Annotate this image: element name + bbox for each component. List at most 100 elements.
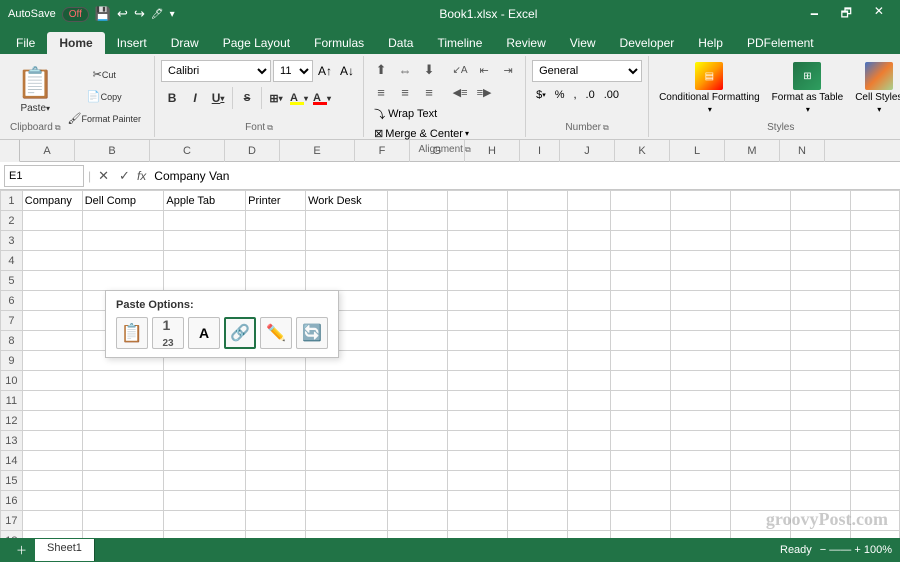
cell-M7[interactable] — [790, 311, 850, 331]
cell-H4[interactable] — [507, 251, 567, 271]
cell-N12[interactable] — [850, 411, 899, 431]
cell-I3[interactable] — [567, 231, 611, 251]
cell-N13[interactable] — [850, 431, 899, 451]
tab-developer[interactable]: Developer — [608, 32, 687, 54]
cell-H10[interactable] — [507, 371, 567, 391]
paste-option-paste[interactable]: 📋 — [116, 317, 148, 349]
row-header-1[interactable]: 1 — [1, 191, 23, 211]
cell-A9[interactable] — [22, 351, 82, 371]
cell-N10[interactable] — [850, 371, 899, 391]
col-header-e[interactable]: E — [280, 140, 355, 162]
cell-A16[interactable] — [22, 491, 82, 511]
cell-E1[interactable]: Work Desk — [306, 191, 388, 211]
cell-M12[interactable] — [790, 411, 850, 431]
sheet-tab-sheet1[interactable]: Sheet1 — [35, 539, 95, 561]
cell-G13[interactable] — [447, 431, 507, 451]
cell-A18[interactable] — [22, 531, 82, 539]
cell-L7[interactable] — [730, 311, 790, 331]
cell-K18[interactable] — [671, 531, 731, 539]
cell-K7[interactable] — [671, 311, 731, 331]
col-header-l[interactable]: L — [670, 140, 725, 162]
cell-I9[interactable] — [567, 351, 611, 371]
cell-C4[interactable] — [164, 251, 246, 271]
formula-input[interactable] — [154, 169, 896, 183]
row-header-2[interactable]: 2 — [1, 211, 23, 231]
cell-M14[interactable] — [790, 451, 850, 471]
cell-A12[interactable] — [22, 411, 82, 431]
confirm-formula-button[interactable]: ✓ — [116, 168, 133, 184]
cell-M17[interactable] — [790, 511, 850, 531]
cell-N4[interactable] — [850, 251, 899, 271]
fill-color-button[interactable]: A ▾ — [288, 87, 310, 109]
zoom-in-button[interactable]: + — [854, 544, 860, 556]
row-header-15[interactable]: 15 — [1, 471, 23, 491]
cell-B4[interactable] — [82, 251, 164, 271]
minimize-button[interactable]: 🗕 — [802, 4, 827, 25]
tab-pdfelement[interactable]: PDFelement — [735, 32, 826, 54]
name-box[interactable]: E1 — [4, 165, 84, 187]
customize-icon[interactable]: 🖊 — [151, 9, 164, 20]
cell-B2[interactable] — [82, 211, 164, 231]
align-left-button[interactable]: ≡ — [370, 82, 392, 102]
cell-B14[interactable] — [82, 451, 164, 471]
increase-indent-button[interactable]: ≡▶ — [473, 82, 495, 102]
cell-F13[interactable] — [387, 431, 447, 451]
row-header-6[interactable]: 6 — [1, 291, 23, 311]
cell-L17[interactable] — [730, 511, 790, 531]
row-header-11[interactable]: 11 — [1, 391, 23, 411]
cell-B18[interactable] — [82, 531, 164, 539]
cell-G7[interactable] — [447, 311, 507, 331]
cell-L16[interactable] — [730, 491, 790, 511]
cell-K4[interactable] — [671, 251, 731, 271]
col-header-g[interactable]: G — [410, 140, 465, 162]
cell-I10[interactable] — [567, 371, 611, 391]
tab-timeline[interactable]: Timeline — [425, 32, 494, 54]
row-header-17[interactable]: 17 — [1, 511, 23, 531]
cell-I15[interactable] — [567, 471, 611, 491]
underline-button[interactable]: U ▾ — [207, 87, 229, 109]
cell-B11[interactable] — [82, 391, 164, 411]
cell-J15[interactable] — [611, 471, 671, 491]
cell-N17[interactable] — [850, 511, 899, 531]
format-painter-button[interactable]: 🖌 Format Painter — [65, 109, 145, 129]
col-header-m[interactable]: M — [725, 140, 780, 162]
comma-button[interactable]: , — [569, 87, 580, 103]
cell-D13[interactable] — [246, 431, 306, 451]
cell-I2[interactable] — [567, 211, 611, 231]
cell-K13[interactable] — [671, 431, 731, 451]
cell-N5[interactable] — [850, 271, 899, 291]
col-header-j[interactable]: J — [560, 140, 615, 162]
cell-M16[interactable] — [790, 491, 850, 511]
col-header-c[interactable]: C — [150, 140, 225, 162]
align-right-button[interactable]: ≡ — [418, 82, 440, 102]
row-header-5[interactable]: 5 — [1, 271, 23, 291]
cell-K3[interactable] — [671, 231, 731, 251]
cell-B12[interactable] — [82, 411, 164, 431]
cell-D5[interactable] — [246, 271, 306, 291]
col-header-f[interactable]: F — [355, 140, 410, 162]
cell-E10[interactable] — [306, 371, 388, 391]
cell-J10[interactable] — [611, 371, 671, 391]
cell-L14[interactable] — [730, 451, 790, 471]
cell-L1[interactable] — [730, 191, 790, 211]
cell-N7[interactable] — [850, 311, 899, 331]
cell-M9[interactable] — [790, 351, 850, 371]
cell-C5[interactable] — [164, 271, 246, 291]
cell-E4[interactable] — [306, 251, 388, 271]
cell-J3[interactable] — [611, 231, 671, 251]
cell-M1[interactable] — [790, 191, 850, 211]
cell-G2[interactable] — [447, 211, 507, 231]
cell-E18[interactable] — [306, 531, 388, 539]
cell-K17[interactable] — [671, 511, 731, 531]
row-header-10[interactable]: 10 — [1, 371, 23, 391]
cell-F7[interactable] — [387, 311, 447, 331]
percent-button[interactable]: % — [551, 87, 569, 103]
cell-F1[interactable] — [387, 191, 447, 211]
cell-C1[interactable]: Apple Tab — [164, 191, 246, 211]
row-header-12[interactable]: 12 — [1, 411, 23, 431]
cell-K6[interactable] — [671, 291, 731, 311]
row-header-7[interactable]: 7 — [1, 311, 23, 331]
cell-J11[interactable] — [611, 391, 671, 411]
cell-G5[interactable] — [447, 271, 507, 291]
cell-C12[interactable] — [164, 411, 246, 431]
